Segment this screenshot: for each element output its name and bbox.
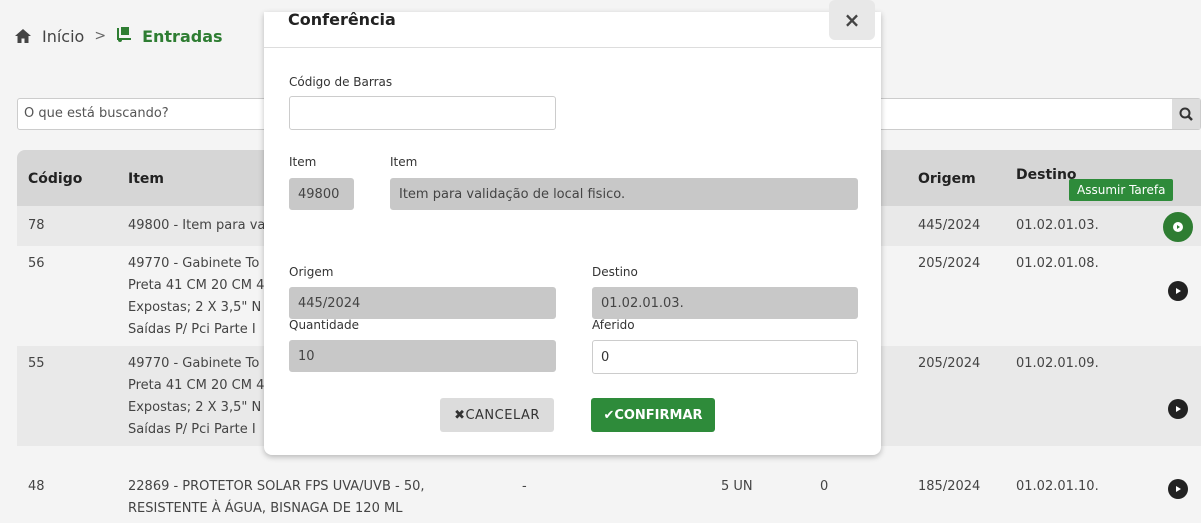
close-icon[interactable]: × (829, 0, 875, 40)
row-item-line1: 49770 - Gabinete To (128, 356, 260, 371)
row-codigo: 56 (28, 256, 45, 271)
destino-field: 01.02.01.03. (592, 287, 858, 319)
play-icon[interactable] (1168, 281, 1188, 301)
row-item-line1: 22869 - PROTETOR SOLAR FPS UVA/UVB - 50, (128, 479, 425, 494)
play-icon[interactable] (1168, 399, 1188, 419)
row-destino: 01.02.01.03. (1016, 218, 1099, 233)
row-destino: 01.02.01.09. (1016, 356, 1099, 371)
assume-task-tooltip: Assumir Tarefa (1069, 179, 1174, 201)
search-icon[interactable] (1172, 99, 1200, 129)
modal-header: Conferência (264, 10, 881, 48)
row-quantidade: 5 UN (721, 479, 753, 494)
row-col3: - (522, 479, 527, 494)
header-origem[interactable]: Origem (918, 171, 976, 187)
table-row[interactable]: 48 22869 - PROTETOR SOLAR FPS UVA/UVB - … (17, 446, 1201, 523)
destino-label: Destino (592, 265, 638, 279)
play-icon[interactable] (1168, 479, 1188, 499)
search-placeholder: O que está buscando? (24, 106, 169, 121)
quantidade-label: Quantidade (289, 318, 360, 332)
header-item[interactable]: Item (128, 171, 164, 187)
modal-title: Conferência (288, 10, 396, 29)
quantidade-field: 10 (289, 340, 556, 372)
item-desc-field: Item para validação de local fisico. (390, 178, 858, 210)
header-destino[interactable]: Destino (1016, 167, 1077, 183)
row-destino: 01.02.01.08. (1016, 256, 1099, 271)
row-aferido: 0 (820, 479, 829, 494)
confirm-button[interactable]: ✔CONFIRMAR (591, 398, 715, 432)
aferido-input[interactable]: 0 (592, 340, 858, 374)
row-origem: 185/2024 (918, 479, 981, 494)
play-icon[interactable] (1163, 212, 1193, 242)
row-codigo: 48 (28, 479, 45, 494)
row-item: 49800 - Item para va (128, 218, 266, 233)
item-code-label: Item (289, 155, 317, 169)
row-origem: 205/2024 (918, 356, 981, 371)
row-item-line3: Expostas; 2 X 3,5" N (128, 400, 262, 415)
origem-field: 445/2024 (289, 287, 556, 319)
row-origem: 445/2024 (918, 218, 981, 233)
row-item-line2: Preta 41 CM 20 CM 4 (128, 378, 265, 393)
dolly-icon (116, 26, 132, 46)
row-codigo: 55 (28, 356, 45, 371)
barcode-input[interactable] (289, 96, 556, 130)
row-item-line2: Preta 41 CM 20 CM 4 (128, 278, 265, 293)
row-origem: 205/2024 (918, 256, 981, 271)
row-item-line4: Saídas P/ Pci Parte I (128, 322, 256, 337)
home-icon[interactable] (14, 27, 32, 45)
row-item-line2: RESISTENTE À ÁGUA, BISNAGA DE 120 ML (128, 501, 403, 516)
conferencia-modal: Conferência × Código de Barras Item 4980… (264, 0, 881, 455)
row-item-line1: 49770 - Gabinete To (128, 256, 260, 271)
barcode-label: Código de Barras (289, 75, 393, 89)
row-destino: 01.02.01.10. (1016, 479, 1099, 494)
cancel-button[interactable]: ✖CANCELAR (440, 398, 554, 432)
aferido-label: Aferido (592, 318, 635, 332)
item-code-field: 49800 (289, 178, 354, 210)
row-item-line3: Expostas; 2 X 3,5" N (128, 300, 262, 315)
row-codigo: 78 (28, 218, 45, 233)
breadcrumb-current: Entradas (142, 26, 223, 46)
row-item-line4: Saídas P/ Pci Parte I (128, 422, 256, 437)
breadcrumb-separator: > (94, 28, 107, 44)
breadcrumb-home-link[interactable]: Início (42, 27, 84, 46)
header-codigo[interactable]: Código (28, 171, 82, 187)
item-desc-label: Item (390, 155, 418, 169)
origem-label: Origem (289, 265, 334, 279)
